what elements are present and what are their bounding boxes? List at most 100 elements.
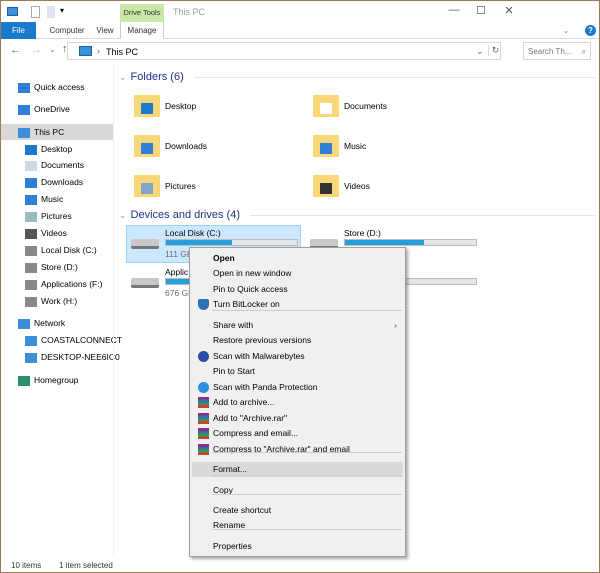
refresh-icon[interactable]: ↻ [488, 45, 502, 56]
nav-item[interactable]: Downloads [1, 174, 113, 190]
nav-item[interactable]: Work (H:) [1, 293, 113, 309]
folders-header[interactable]: ⌄ Folders (6) [119, 71, 595, 83]
nav-item-icon [25, 279, 37, 290]
menu-item[interactable]: Scan with Panda Protection [192, 380, 403, 395]
this-pc-icon [79, 46, 92, 56]
menu-item[interactable]: Copy [192, 483, 403, 498]
nav-item-label: Pictures [41, 211, 72, 221]
menu-item[interactable]: Open [192, 251, 403, 266]
menu-item-label: Add to "Archive.rar" [213, 413, 288, 423]
folder-item[interactable]: Desktop [134, 93, 304, 121]
expand-ribbon-icon[interactable]: ⌄ [561, 22, 571, 39]
nav-item-label: Homegroup [34, 375, 79, 385]
nav-item[interactable]: Network [1, 315, 113, 331]
status-selection: 1 item selected [59, 561, 113, 570]
nav-item[interactable]: Local Disk (C:) [1, 242, 113, 258]
folder-label: Pictures [165, 181, 196, 191]
nav-item-label: Store (D:) [41, 262, 78, 272]
section-title: Devices and drives (4) [130, 209, 240, 221]
winrar-icon [198, 444, 209, 455]
collapse-icon: ⌄ [119, 209, 127, 220]
tab-view[interactable]: View [93, 22, 117, 39]
nav-item-label: OneDrive [34, 104, 70, 114]
nav-item[interactable]: Videos [1, 225, 113, 241]
nav-item[interactable]: Applications (F:) [1, 276, 113, 292]
menu-item[interactable]: Scan with Malwarebytes [192, 349, 403, 364]
nav-item[interactable]: This PC [1, 124, 113, 140]
menu-item-label: Pin to Start [213, 366, 256, 376]
folder-icon [134, 95, 160, 117]
tab-computer[interactable]: Computer [45, 22, 89, 39]
folder-item[interactable]: Documents [313, 93, 483, 121]
folder-item[interactable]: Pictures [134, 173, 304, 201]
close-button[interactable]: ✕ [494, 4, 524, 17]
nav-item-icon [25, 352, 37, 363]
folder-item[interactable]: Music [313, 133, 483, 161]
recent-locations-icon[interactable]: ⌄ [49, 45, 56, 54]
properties-icon[interactable] [31, 6, 40, 18]
menu-item[interactable]: Share with › [192, 318, 403, 333]
menu-item[interactable]: Properties [192, 539, 403, 554]
address-dropdown-icon[interactable]: ⌄ [476, 46, 484, 57]
folder-label: Documents [344, 101, 387, 111]
section-title: Folders (6) [130, 71, 184, 83]
folder-item[interactable]: Videos [313, 173, 483, 201]
menu-item[interactable]: Add to archive... [192, 395, 403, 410]
nav-item[interactable]: Music [1, 191, 113, 207]
drive-usage-bar [165, 239, 298, 246]
nav-item[interactable]: COASTALCONNECT [1, 332, 122, 348]
nav-item[interactable]: Desktop [1, 141, 113, 157]
nav-item[interactable]: Quick access [1, 79, 113, 95]
menu-item[interactable]: Pin to Start [192, 364, 403, 379]
context-menu: Open Open in new window Pin to Quick acces… [189, 247, 406, 557]
menu-item[interactable]: Open in new window [192, 266, 403, 281]
menu-item[interactable]: Pin to Quick access [192, 282, 403, 297]
menu-item[interactable]: Compress to "Archive.rar" and email [192, 442, 403, 457]
menu-item[interactable]: Restore previous versions [192, 333, 403, 348]
new-folder-icon[interactable] [47, 6, 55, 18]
winrar-icon [198, 397, 209, 408]
nav-item[interactable]: Pictures [1, 208, 113, 224]
menu-item[interactable]: Compress and email... [192, 426, 403, 441]
nav-item-label: DESKTOP-NEE6IC0 [41, 352, 120, 362]
nav-item[interactable]: Documents [1, 157, 113, 173]
folder-icon [313, 95, 339, 117]
nav-item-label: This PC [34, 127, 65, 137]
nav-item-icon [25, 144, 37, 155]
nav-item-label: Quick access [34, 82, 85, 92]
menu-item[interactable]: Add to "Archive.rar" [192, 411, 403, 426]
menu-item[interactable]: Rename [192, 518, 403, 533]
minimize-button[interactable]: — [439, 4, 469, 16]
folder-item[interactable]: Downloads [134, 133, 304, 161]
nav-item-icon [18, 82, 30, 93]
malwarebytes-icon [198, 351, 209, 362]
forward-button[interactable]: → [31, 44, 42, 56]
tab-file[interactable]: File [1, 22, 36, 39]
nav-item[interactable]: Store (D:) [1, 259, 113, 275]
help-icon[interactable]: ? [585, 25, 596, 36]
menu-item-label: Open in new window [213, 268, 292, 278]
window-title: This PC [173, 7, 206, 17]
nav-item-icon [25, 211, 37, 222]
maximize-button[interactable]: ☐ [466, 4, 496, 17]
nav-item-icon [25, 335, 37, 346]
customize-quick-access-icon[interactable]: ▾ [60, 6, 64, 15]
back-button[interactable]: ← [10, 44, 21, 56]
search-input[interactable]: Search Th... ⌕ [523, 42, 591, 60]
tab-manage[interactable]: Manage [120, 22, 164, 39]
nav-item-label: Documents [41, 160, 84, 170]
nav-item[interactable]: OneDrive [1, 101, 113, 117]
breadcrumb-this-pc[interactable]: This PC [106, 47, 138, 57]
nav-item-label: Videos [41, 228, 67, 238]
nav-item[interactable]: DESKTOP-NEE6IC0 [1, 349, 120, 365]
pane-divider[interactable] [113, 65, 114, 557]
nav-item[interactable]: Homegroup [1, 372, 113, 388]
winrar-icon [198, 413, 209, 424]
drives-header[interactable]: ⌄ Devices and drives (4) [119, 209, 595, 221]
menu-item[interactable]: Create shortcut [192, 503, 403, 518]
menu-item-label: Share with [213, 320, 254, 330]
folder-label: Downloads [165, 141, 208, 151]
menu-item-label: Open [213, 253, 235, 263]
address-bar[interactable]: › This PC ⌄ ↻ [67, 42, 501, 60]
submenu-arrow-icon: › [394, 320, 397, 330]
